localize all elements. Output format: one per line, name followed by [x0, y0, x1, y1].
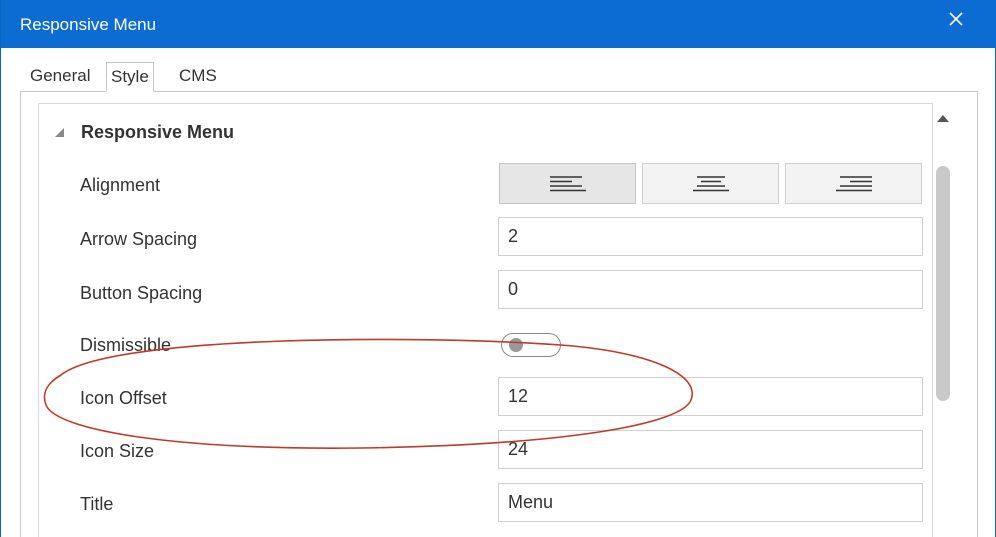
- align-left-button[interactable]: [499, 163, 636, 204]
- alignment-label: Alignment: [80, 175, 161, 195]
- section-header[interactable]: Responsive Menu: [53, 118, 234, 146]
- toggle-knob: [509, 338, 523, 352]
- align-right-button[interactable]: [785, 163, 922, 204]
- align-center-button[interactable]: [642, 163, 779, 204]
- align-left-icon: [549, 175, 586, 191]
- title-label: Title: [80, 494, 114, 514]
- window-title: Responsive Menu: [20, 15, 157, 34]
- scroll-up-arrow-icon[interactable]: [934, 110, 952, 128]
- collapse-triangle-icon[interactable]: [53, 125, 67, 139]
- title-input[interactable]: Menu: [498, 483, 923, 522]
- tab-general[interactable]: General: [26, 62, 94, 92]
- title-bar: Responsive Menu: [1, 0, 996, 48]
- align-right-icon: [835, 175, 872, 191]
- section-title: Responsive Menu: [81, 121, 235, 142]
- icon-size-label: Icon Size: [80, 441, 155, 461]
- icon-size-input[interactable]: 24: [498, 430, 923, 469]
- dismissible-label: Dismissible: [80, 335, 172, 355]
- dismissible-toggle[interactable]: [501, 333, 561, 357]
- tab-strip: General Style CMS: [20, 62, 920, 92]
- vertical-scrollbar-thumb[interactable]: [936, 166, 950, 401]
- responsive-menu-dialog: Responsive Menu General Style CMS Respon…: [0, 0, 996, 537]
- tab-cms[interactable]: CMS: [175, 62, 221, 92]
- icon-offset-input[interactable]: 12: [498, 377, 923, 416]
- icon-offset-label: Icon Offset: [80, 388, 167, 408]
- tab-style[interactable]: Style: [106, 62, 154, 92]
- button-spacing-label: Button Spacing: [80, 283, 203, 303]
- button-spacing-input[interactable]: 0: [498, 270, 923, 309]
- arrow-spacing-input[interactable]: 2: [498, 217, 923, 256]
- align-center-icon: [692, 175, 729, 191]
- close-icon[interactable]: [942, 7, 970, 31]
- arrow-spacing-label: Arrow Spacing: [80, 229, 198, 249]
